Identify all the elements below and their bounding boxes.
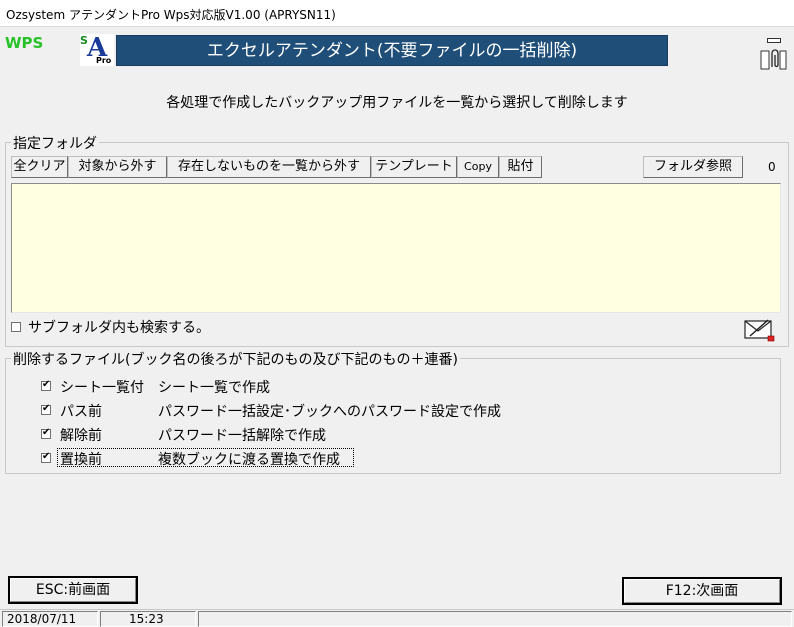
browse-folder-button[interactable]: フォルダ参照 [643, 156, 743, 178]
copy-button[interactable]: Copy [457, 156, 499, 178]
paperclip-icon[interactable] [758, 47, 788, 71]
folder-count: 0 [768, 160, 776, 174]
label-before-unlock: 解除前 [60, 428, 102, 444]
window-title: Ozsystem アテンダントPro Wps対応版V1.00 (APRYSN11… [6, 8, 336, 22]
envelope-edit-icon[interactable] [744, 318, 776, 342]
label-sheet-list: シート一覧付 [60, 380, 144, 396]
label-before-password: パス前 [60, 404, 102, 420]
subfolder-checkbox[interactable] [11, 322, 21, 332]
sa-pro-logo: S A Pro [80, 34, 114, 66]
delete-files-legend: 削除するファイル(ブック名の後ろが下記のもの及び下記のもの＋連番) [11, 349, 460, 369]
label-before-replace: 置換前 [60, 452, 102, 468]
exclude-missing-button[interactable]: 存在しないものを一覧から外す [167, 156, 371, 178]
clear-all-button[interactable]: 全クリア [11, 156, 68, 178]
description-text: 各処理で作成したバックアップ用ファイルを一覧から選択して削除します [166, 95, 628, 111]
sa-logo-pro: Pro [96, 56, 112, 65]
window-menu-icon[interactable] [763, 34, 785, 47]
checkbox-before-unlock[interactable] [41, 427, 51, 439]
title-bar: Ozsystem アテンダントPro Wps対応版V1.00 (APRYSN11… [0, 0, 794, 27]
checkbox-before-replace[interactable] [41, 451, 51, 463]
status-bar: 2018/07/11 15:23 [0, 609, 794, 627]
desc-before-replace: 複数ブックに渡る置換で作成 [158, 452, 340, 468]
desc-sheet-list: シート一覧で作成 [158, 380, 270, 396]
checkbox-sheet-list[interactable] [41, 379, 51, 391]
status-message [198, 611, 792, 627]
desc-before-unlock: パスワード一括解除で作成 [158, 428, 326, 444]
exclude-button[interactable]: 対象から外す [68, 156, 167, 178]
template-button[interactable]: テンプレート [371, 156, 457, 178]
esc-previous-button[interactable]: ESC:前画面 [8, 576, 138, 604]
page-title-banner: エクセルアテンダント(不要ファイルの一括削除) [116, 35, 668, 66]
folder-list[interactable] [11, 183, 781, 313]
status-date: 2018/07/11 [2, 611, 98, 627]
desc-before-password: パスワード一括設定･ブックへのパスワード設定で作成 [158, 404, 501, 420]
subfolder-label: サブフォルダ内も検索する。 [28, 320, 210, 336]
wps-logo: WPS [5, 34, 44, 52]
status-time: 15:23 [100, 611, 196, 627]
paste-button[interactable]: 貼付 [499, 156, 542, 178]
f12-next-button[interactable]: F12:次画面 [622, 577, 782, 605]
app-window: Ozsystem アテンダントPro Wps対応版V1.00 (APRYSN11… [0, 0, 794, 627]
folder-group-legend: 指定フォルダ [11, 133, 99, 153]
checkbox-before-password[interactable] [41, 403, 51, 415]
